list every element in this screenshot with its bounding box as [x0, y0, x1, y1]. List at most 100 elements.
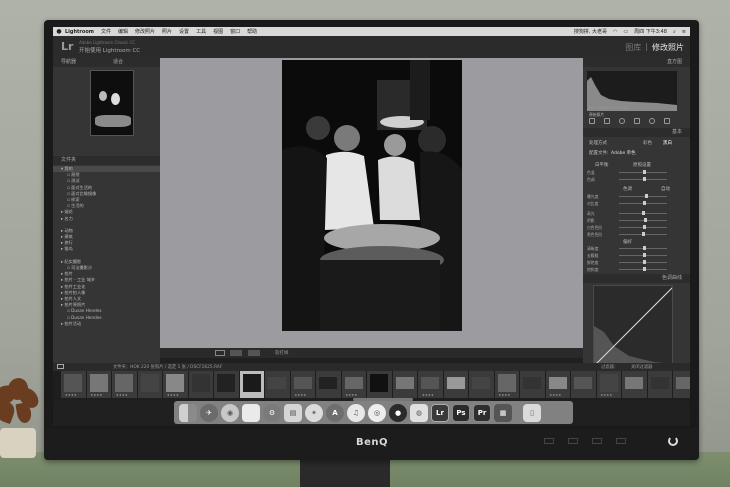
radial-filter-icon[interactable]: [649, 118, 655, 124]
screen-recorder-icon[interactable]: ◎: [368, 403, 386, 422]
film-thumb[interactable]: [443, 371, 468, 398]
view-before-after-icon[interactable]: [248, 350, 260, 356]
slider-contrast[interactable]: 对比度: [587, 201, 677, 206]
slider-blacks[interactable]: 黑色色阶: [587, 232, 677, 237]
filter-value[interactable]: 关闭过滤器: [631, 364, 652, 370]
crop-icon[interactable]: [589, 118, 595, 124]
input-method[interactable]: 搜狗拼, 大老哥: [574, 28, 607, 35]
film-thumb[interactable]: [367, 371, 392, 398]
slider-saturation[interactable]: 饱和度: [587, 267, 677, 272]
film-thumb[interactable]: [214, 371, 239, 398]
menu-item[interactable]: 设置: [179, 28, 189, 35]
identity-line2[interactable]: 开始使用 Lightroom CC: [79, 46, 140, 54]
chrome-icon[interactable]: ◉: [221, 403, 239, 422]
power-icon[interactable]: [668, 436, 678, 446]
module-library[interactable]: 图库: [625, 42, 641, 53]
photoshop-icon[interactable]: Ps: [452, 403, 470, 422]
histogram[interactable]: [587, 71, 677, 111]
lightroom-icon[interactable]: Lr: [431, 403, 449, 422]
folder-item[interactable]: ▸ 拍片活动: [53, 321, 160, 327]
menu-icon[interactable]: ≡: [682, 29, 686, 35]
premiere-icon[interactable]: Pr: [473, 403, 491, 422]
film-thumb[interactable]: [265, 371, 290, 398]
film-thumb[interactable]: ★★★★: [545, 371, 570, 398]
filmstrip-info[interactable]: 文件夹：HOK 220 张照片 / 选定 1 张 / DSCF1625.RAF: [113, 364, 222, 370]
film-thumb[interactable]: [673, 371, 690, 398]
slider-clarity[interactable]: 清晰度: [587, 246, 677, 251]
film-thumb[interactable]: ★★★★: [163, 371, 188, 398]
film-thumb[interactable]: ★★★★: [290, 371, 315, 398]
system-prefs-icon[interactable]: ⚙: [263, 403, 281, 422]
film-thumb[interactable]: [188, 371, 213, 398]
menu-item[interactable]: 照片: [162, 28, 172, 35]
wifi-icon[interactable]: ◠: [613, 29, 617, 35]
menu-item[interactable]: 工具: [196, 28, 206, 35]
film-thumb[interactable]: ★★★★: [112, 371, 137, 398]
appstore-icon[interactable]: A: [326, 403, 344, 422]
film-thumb[interactable]: [622, 371, 647, 398]
film-thumb[interactable]: [137, 371, 162, 398]
brush-icon[interactable]: [664, 118, 670, 124]
navigator-header[interactable]: 导航器 适合: [53, 58, 160, 67]
menu-item[interactable]: 帮助: [247, 28, 257, 35]
clock[interactable]: 周四 下午3:48: [634, 28, 667, 35]
slider-exposure[interactable]: 曝光度: [587, 194, 677, 199]
slider-dehaze[interactable]: 去朦胧: [587, 253, 677, 258]
slider-tint[interactable]: 色调: [587, 177, 677, 182]
navigator-thumbnail[interactable]: [90, 70, 134, 136]
profile-value[interactable]: Adobe 单色: [611, 150, 636, 156]
spot-removal-icon[interactable]: [604, 118, 610, 124]
finder-icon[interactable]: [179, 403, 197, 422]
film-thumb[interactable]: [647, 371, 672, 398]
film-thumb[interactable]: ★★★★: [86, 371, 111, 398]
view-loupe-icon[interactable]: [215, 350, 225, 356]
histogram-header[interactable]: 直方图: [583, 58, 690, 67]
wechat-icon[interactable]: ◍: [410, 403, 428, 422]
menu-item[interactable]: 视图: [213, 28, 223, 35]
penguin-icon[interactable]: ●: [389, 403, 407, 422]
photo[interactable]: [282, 60, 462, 331]
redeye-icon[interactable]: [619, 118, 625, 124]
view-compare-icon[interactable]: [230, 350, 242, 356]
film-thumb[interactable]: ★★★★: [418, 371, 443, 398]
itunes-icon[interactable]: ♫: [347, 403, 365, 422]
film-thumb[interactable]: ★★★★: [341, 371, 366, 398]
graduated-filter-icon[interactable]: [634, 118, 640, 124]
film-thumb[interactable]: [469, 371, 494, 398]
navigator-zoom[interactable]: 适合: [113, 58, 123, 67]
wb-value[interactable]: 原照设置: [633, 162, 651, 168]
bw-option[interactable]: 黑白: [663, 140, 672, 146]
trash-icon[interactable]: ▯: [523, 403, 541, 422]
auto-button[interactable]: 自动: [661, 186, 670, 192]
slider-whites[interactable]: 白色色阶: [587, 225, 677, 230]
apple-icon[interactable]: ●: [53, 28, 65, 35]
slider-highlights[interactable]: 高光: [587, 211, 677, 216]
tone-curve-header[interactable]: 色调曲线: [583, 274, 690, 283]
slider-temp[interactable]: 色温: [587, 170, 677, 175]
slider-vibrance[interactable]: 鲜艳度: [587, 260, 677, 265]
film-thumb[interactable]: ★★★★: [494, 371, 519, 398]
film-thumb[interactable]: [571, 371, 596, 398]
battery-icon[interactable]: ▭: [623, 29, 628, 35]
color-option[interactable]: 彩色: [643, 140, 652, 146]
menu-item[interactable]: 修改照片: [135, 28, 155, 35]
slider-shadows[interactable]: 阴影: [587, 218, 677, 223]
film-thumb[interactable]: ★★★★: [596, 371, 621, 398]
monitor-buttons[interactable]: [544, 438, 626, 444]
film-thumb-selected[interactable]: [239, 371, 264, 398]
basic-header[interactable]: 基本: [583, 128, 690, 137]
menu-item[interactable]: 窗口: [230, 28, 240, 35]
launchpad-icon[interactable]: ✈: [200, 403, 218, 422]
image-view[interactable]: [160, 58, 583, 348]
module-develop[interactable]: 修改照片: [652, 42, 684, 53]
film-thumb[interactable]: [392, 371, 417, 398]
grid-view-icon[interactable]: [57, 364, 64, 369]
softproof-label[interactable]: 软打样: [275, 350, 289, 356]
search-icon[interactable]: ⌕: [673, 29, 676, 35]
film-thumb[interactable]: [316, 371, 341, 398]
film-thumb[interactable]: [520, 371, 545, 398]
clapper-icon[interactable]: ▦: [494, 403, 512, 422]
folders-header[interactable]: 文件夹: [53, 156, 160, 165]
preview-icon[interactable]: ▤: [284, 403, 302, 422]
safari-icon[interactable]: ✴: [305, 403, 323, 422]
